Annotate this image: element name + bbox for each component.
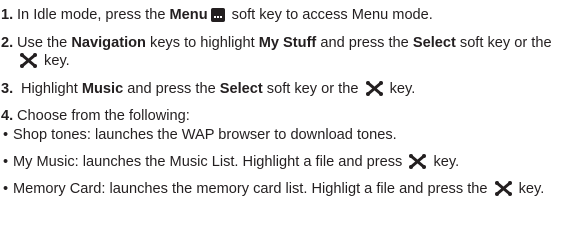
option-shop-tones: • Shop tones: launches the WAP browser t… [3, 126, 567, 144]
bullet: • [3, 127, 9, 143]
step-4: 4. Choose from the following: [1, 107, 567, 125]
option-text: Shop tones: launches the WAP browser to … [13, 127, 397, 143]
option-my-music: • My Music: launches the Music List. Hig… [3, 153, 567, 171]
step-number: 2. [1, 35, 14, 51]
x-select-key-icon [20, 53, 37, 68]
option-text: Memory Card: launches the memory card li… [13, 181, 545, 197]
step-text: Choose from the following: [17, 108, 190, 124]
x-select-key-icon [365, 81, 383, 96]
step-1: 1. In Idle mode, press the Menu soft key… [1, 6, 567, 24]
key-name-select: Select [412, 35, 456, 51]
key-name-select: Select [219, 81, 263, 97]
x-select-key-icon [494, 181, 512, 196]
menu-name-music: Music [81, 81, 124, 97]
bullet: • [3, 181, 9, 197]
option-memory-card: • Memory Card: launches the memory card … [3, 180, 567, 198]
menu-name-my-stuff: My Stuff [258, 35, 317, 51]
menu-softkey-icon [210, 8, 225, 22]
step-number: 3. [1, 81, 14, 97]
bullet: • [3, 154, 9, 170]
step-2: 2. Use the Navigation keys to highlight … [1, 34, 567, 70]
option-text: My Music: launches the Music List. Highl… [13, 154, 460, 170]
step-text: Highlight Music and press the Select sof… [21, 81, 416, 97]
step-text: Use the Navigation keys to highlight My … [17, 35, 552, 69]
step-3: 3. Highlight Music and press the Select … [1, 80, 567, 98]
key-name-menu: Menu [169, 7, 208, 23]
x-select-key-icon [409, 154, 427, 169]
step-number: 4. [1, 108, 14, 124]
key-name-navigation: Navigation [71, 35, 146, 51]
step-text: In Idle mode, press the Menu soft key to… [17, 7, 433, 23]
step-number: 1. [1, 7, 14, 23]
